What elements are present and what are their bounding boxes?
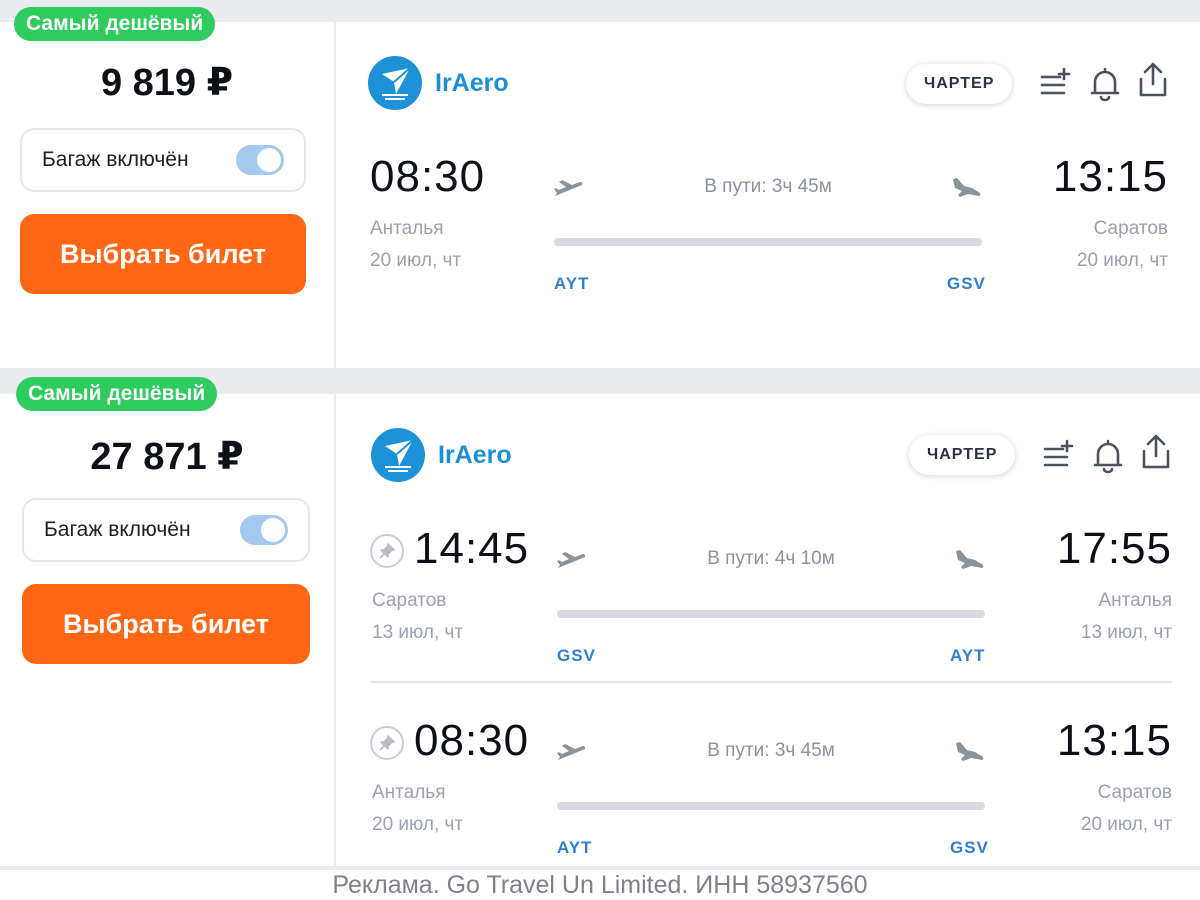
ad-disclaimer: Реклама. Go Travel Un Limited. ИНН 58937…	[0, 870, 1200, 900]
route-line	[557, 610, 985, 618]
arrival-time: 13:15	[1052, 152, 1168, 201]
pin-icon[interactable]	[370, 726, 404, 760]
flight-segment: 08:30 13:15 В пути: 3ч 45м Анталья Сарат…	[336, 152, 1200, 312]
baggage-label: Багаж включён	[44, 518, 191, 541]
route-line	[557, 802, 985, 810]
add-to-list-icon[interactable]	[1043, 437, 1077, 473]
add-to-list-icon[interactable]	[1040, 65, 1074, 101]
baggage-label: Багаж включён	[42, 148, 189, 171]
cheapest-badge: Самый дешёвый	[14, 7, 216, 41]
baggage-toggle[interactable]	[240, 515, 288, 545]
iraero-logo-icon	[371, 428, 425, 482]
offer-card: Самый дешёвый 9 819 ₽ Багаж включён Выбр…	[0, 7, 1200, 368]
departure-city: Анталья	[372, 782, 446, 803]
departure-date: 13 июл, чт	[372, 622, 464, 643]
departure-date: 20 июл, чт	[370, 250, 462, 271]
select-ticket-button[interactable]: Выбрать билет	[20, 214, 306, 294]
flight-duration: В пути: 4ч 10м	[707, 548, 835, 569]
charter-badge: ЧАРТЕР	[909, 435, 1016, 475]
price: 27 871 ₽	[90, 436, 244, 478]
landing-icon	[950, 176, 984, 202]
flight-segment: 14:45 17:55 В пути: 4ч 10м Саратов Антал…	[336, 524, 1200, 684]
segment-divider	[370, 681, 1172, 683]
arrival-date: 20 июл, чт	[1076, 250, 1168, 271]
iraero-logo-icon	[368, 56, 422, 110]
cheapest-badge: Самый дешёвый	[16, 377, 218, 411]
bell-icon[interactable]	[1088, 66, 1122, 102]
departure-time: 08:30	[370, 152, 486, 201]
departure-city: Анталья	[370, 218, 444, 239]
arrival-date: 13 июл, чт	[1080, 622, 1172, 643]
departure-iata: AYT	[557, 838, 593, 857]
departure-iata: GSV	[557, 646, 596, 665]
arrival-time: 13:15	[1056, 716, 1172, 765]
share-icon[interactable]	[1139, 434, 1173, 470]
baggage-toggle[interactable]	[236, 145, 284, 175]
baggage-option[interactable]: Багаж включён	[22, 498, 310, 562]
arrival-iata: GSV	[947, 274, 986, 293]
share-icon[interactable]	[1136, 62, 1170, 98]
offer-card: Самый дешёвый 27 871 ₽ Багаж включён Выб…	[0, 377, 1200, 866]
landing-icon	[953, 740, 987, 766]
airline-name: IrAero	[438, 441, 512, 469]
pin-icon[interactable]	[370, 534, 404, 568]
arrival-date: 20 июл, чт	[1080, 814, 1172, 835]
arrival-time: 17:55	[1056, 524, 1172, 573]
departure-date: 20 июл, чт	[372, 814, 464, 835]
arrival-city: Саратов	[1097, 782, 1172, 803]
toggle-knob	[257, 148, 281, 172]
toggle-knob	[261, 518, 285, 542]
flight-segment: 08:30 13:15 В пути: 3ч 45м Анталья Сарат…	[336, 716, 1200, 876]
arrival-iata: AYT	[950, 646, 986, 665]
landing-icon	[953, 548, 987, 574]
price: 9 819 ₽	[100, 62, 234, 104]
baggage-option[interactable]: Багаж включён	[20, 128, 306, 192]
route-line	[554, 238, 982, 246]
arrival-city: Саратов	[1093, 218, 1168, 239]
select-ticket-button[interactable]: Выбрать билет	[22, 584, 310, 664]
departure-time: 08:30	[414, 716, 530, 765]
departure-time: 14:45	[414, 524, 530, 573]
bell-icon[interactable]	[1091, 438, 1125, 474]
arrival-city: Анталья	[1098, 590, 1173, 611]
charter-badge: ЧАРТЕР	[906, 64, 1013, 104]
flight-duration: В пути: 3ч 45м	[704, 176, 832, 197]
flight-duration: В пути: 3ч 45м	[707, 740, 835, 761]
airline-name: IrAero	[435, 69, 509, 97]
departure-iata: AYT	[554, 274, 590, 293]
departure-city: Саратов	[372, 590, 447, 611]
arrival-iata: GSV	[950, 838, 989, 857]
